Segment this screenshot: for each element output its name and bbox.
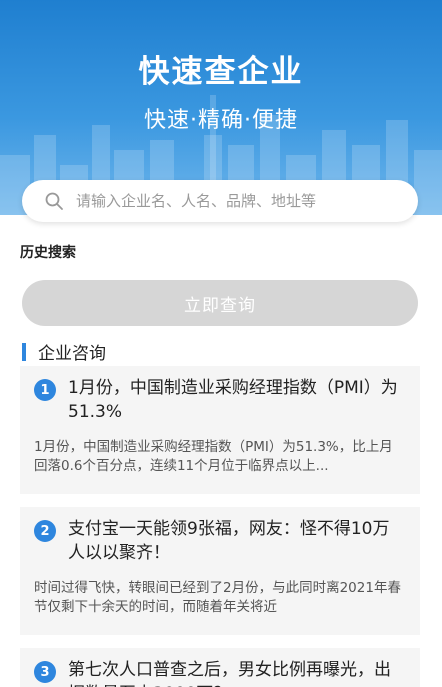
section-accent-bar xyxy=(22,342,26,361)
news-index-badge: 1 xyxy=(34,379,56,401)
news-card[interactable]: 1 1月份，中国制造业采购经理指数（PMI）为51.3% 1月份，中国制造业采购… xyxy=(20,366,420,494)
section-title: 企业咨询 xyxy=(38,344,106,364)
hero-subtitle: 快速·精确·便捷 xyxy=(144,108,298,133)
search-bar[interactable] xyxy=(22,180,418,222)
news-index-badge: 2 xyxy=(34,520,56,542)
news-title[interactable]: 第七次人口普查之后，男女比例再曝光，出据数量至少3000万？ xyxy=(68,658,406,687)
search-input[interactable] xyxy=(76,192,396,210)
news-summary: 1月份，中国制造业采购经理指数（PMI）为51.3%，比上月回落0.6个百分点，… xyxy=(34,439,393,474)
search-icon xyxy=(45,192,63,210)
query-button[interactable]: 立即查询 xyxy=(22,280,418,326)
news-summary: 时间过得飞快，转眼间已经到了2月份，与此同时离2021年春节仅剩下十余天的时间，… xyxy=(34,580,401,615)
news-card[interactable]: 3 第七次人口普查之后，男女比例再曝光，出据数量至少3000万？ xyxy=(20,648,420,687)
section-header: 企业咨询 xyxy=(22,339,106,364)
news-title[interactable]: 1月份，中国制造业采购经理指数（PMI）为51.3% xyxy=(68,376,406,424)
news-card[interactable]: 2 支付宝一天能领9张福，网友：怪不得10万人以以聚齐！ 时间过得飞快，转眼间已… xyxy=(20,507,420,635)
news-index-badge: 3 xyxy=(34,661,56,683)
hero-title: 快速查企业 xyxy=(138,54,304,90)
history-search-label: 历史搜索 xyxy=(20,245,76,261)
news-title[interactable]: 支付宝一天能领9张福，网友：怪不得10万人以以聚齐！ xyxy=(68,517,406,565)
